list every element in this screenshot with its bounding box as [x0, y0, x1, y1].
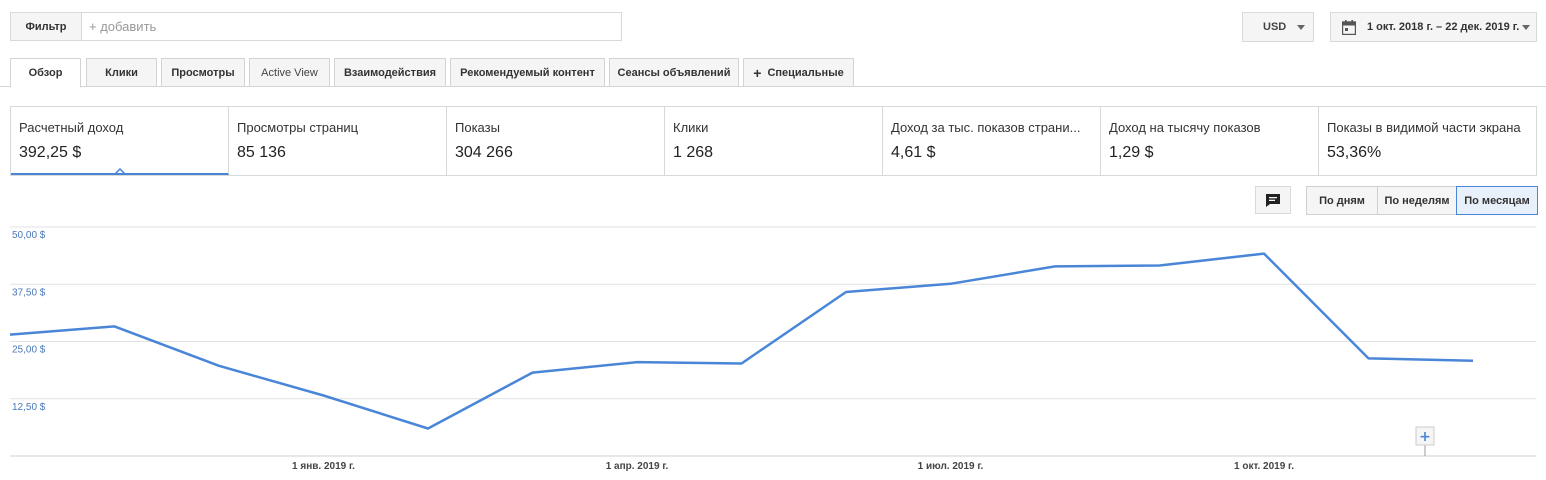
filter-bar: Фильтр: [10, 12, 622, 41]
scorecard-label: Клики: [673, 120, 709, 135]
scorecard-value: 304 266: [455, 144, 513, 161]
selected-pointer-icon: [114, 168, 126, 173]
scorecard-value: 1 268: [673, 144, 714, 161]
filter-button[interactable]: Фильтр: [11, 13, 82, 40]
y-tick-label: 25,00 $: [12, 345, 46, 356]
scorecard-label: Расчетный доход: [19, 120, 124, 135]
x-tick-label: 1 окт. 2019 г.: [1234, 461, 1294, 472]
scorecard-value: 53,36%: [1327, 144, 1382, 161]
tab-custom-label: Специальные: [767, 66, 844, 79]
tab-pageviews[interactable]: Просмотры: [161, 58, 245, 87]
x-tick-label: 1 янв. 2019 г.: [292, 461, 355, 472]
scorecard-label: Показы: [455, 120, 500, 135]
add-annotation-button[interactable]: +: [1415, 426, 1435, 456]
granularity-monthly-button[interactable]: По месяцам: [1456, 186, 1538, 215]
scorecard-label: Доход на тысячу показов: [1109, 120, 1261, 135]
chevron-down-icon: [1522, 25, 1530, 30]
scorecard-label: Просмотры страниц: [237, 120, 359, 135]
chart-x-axis: 1 янв. 2019 г. 1 апр. 2019 г. 1 июл. 2019 …: [292, 461, 1294, 472]
x-tick-label: 1 июл. 2019 г.: [918, 461, 984, 472]
scorecards: Расчетный доход 392,25 $ Просмотры стран…: [10, 106, 1537, 176]
tab-custom[interactable]: + Специальные: [743, 58, 854, 87]
revenue-line-chart: 50,00 $ 37,50 $ 25,00 $ 12,50 $ 1 янв. 2019…: [9, 226, 1536, 472]
scorecard-clicks[interactable]: Клики 1 268: [665, 107, 883, 175]
y-tick-label: 37,50 $: [12, 287, 46, 298]
comment-icon: [1266, 193, 1280, 207]
tab-active-view[interactable]: Active View: [249, 58, 330, 87]
report-tabs: Обзор Клики Просмотры Active View Взаимо…: [0, 58, 1546, 88]
tab-clicks[interactable]: Клики: [86, 58, 157, 87]
scorecard-viewability[interactable]: Показы в видимой части экрана 53,36%: [1319, 107, 1536, 175]
tab-recommended-content[interactable]: Рекомендуемый контент: [450, 58, 605, 87]
scorecard-impression-rpm[interactable]: Доход на тысячу показов 1,29 $: [1101, 107, 1319, 175]
currency-select[interactable]: USD: [1242, 12, 1314, 42]
x-tick-label: 1 апр. 2019 г.: [606, 461, 669, 472]
scorecard-value: 1,29 $: [1109, 144, 1154, 161]
calendar-icon: [1342, 20, 1356, 35]
granularity-weekly-button[interactable]: По неделям: [1377, 186, 1457, 215]
scorecard-value: 392,25 $: [19, 144, 82, 161]
tab-interactions[interactable]: Взаимодействия: [334, 58, 446, 87]
filter-add-input[interactable]: [82, 13, 621, 40]
tab-overview[interactable]: Обзор: [10, 58, 81, 88]
date-range-value: 1 окт. 2018 г. – 22 дек. 2019 г.: [1367, 21, 1520, 33]
scorecard-pageviews[interactable]: Просмотры страниц 85 136: [229, 107, 447, 175]
tab-ad-sessions[interactable]: Сеансы объявлений: [609, 58, 739, 87]
date-range-picker[interactable]: 1 окт. 2018 г. – 22 дек. 2019 г.: [1330, 12, 1537, 42]
annotations-button[interactable]: [1255, 186, 1291, 214]
chevron-down-icon: [1297, 25, 1305, 30]
plus-icon: +: [753, 64, 762, 81]
scorecard-impressions[interactable]: Показы 304 266: [447, 107, 665, 175]
scorecard-estimated-revenue[interactable]: Расчетный доход 392,25 $: [11, 107, 229, 175]
plus-icon: +: [1419, 429, 1431, 445]
y-tick-label: 50,00 $: [12, 230, 46, 241]
y-tick-label: 12,50 $: [12, 402, 46, 413]
granularity-daily-button[interactable]: По дням: [1306, 186, 1378, 215]
scorecard-value: 85 136: [237, 144, 286, 161]
scorecard-label: Показы в видимой части экрана: [1327, 120, 1521, 135]
chart-y-axis: 50,00 $ 37,50 $ 25,00 $ 12,50 $: [12, 230, 46, 413]
scorecard-label: Доход за тыс. показов страни...: [891, 120, 1081, 135]
currency-value: USD: [1263, 21, 1287, 33]
scorecard-value: 4,61 $: [891, 144, 936, 161]
scorecard-page-rpm[interactable]: Доход за тыс. показов страни... 4,61 $: [883, 107, 1101, 175]
